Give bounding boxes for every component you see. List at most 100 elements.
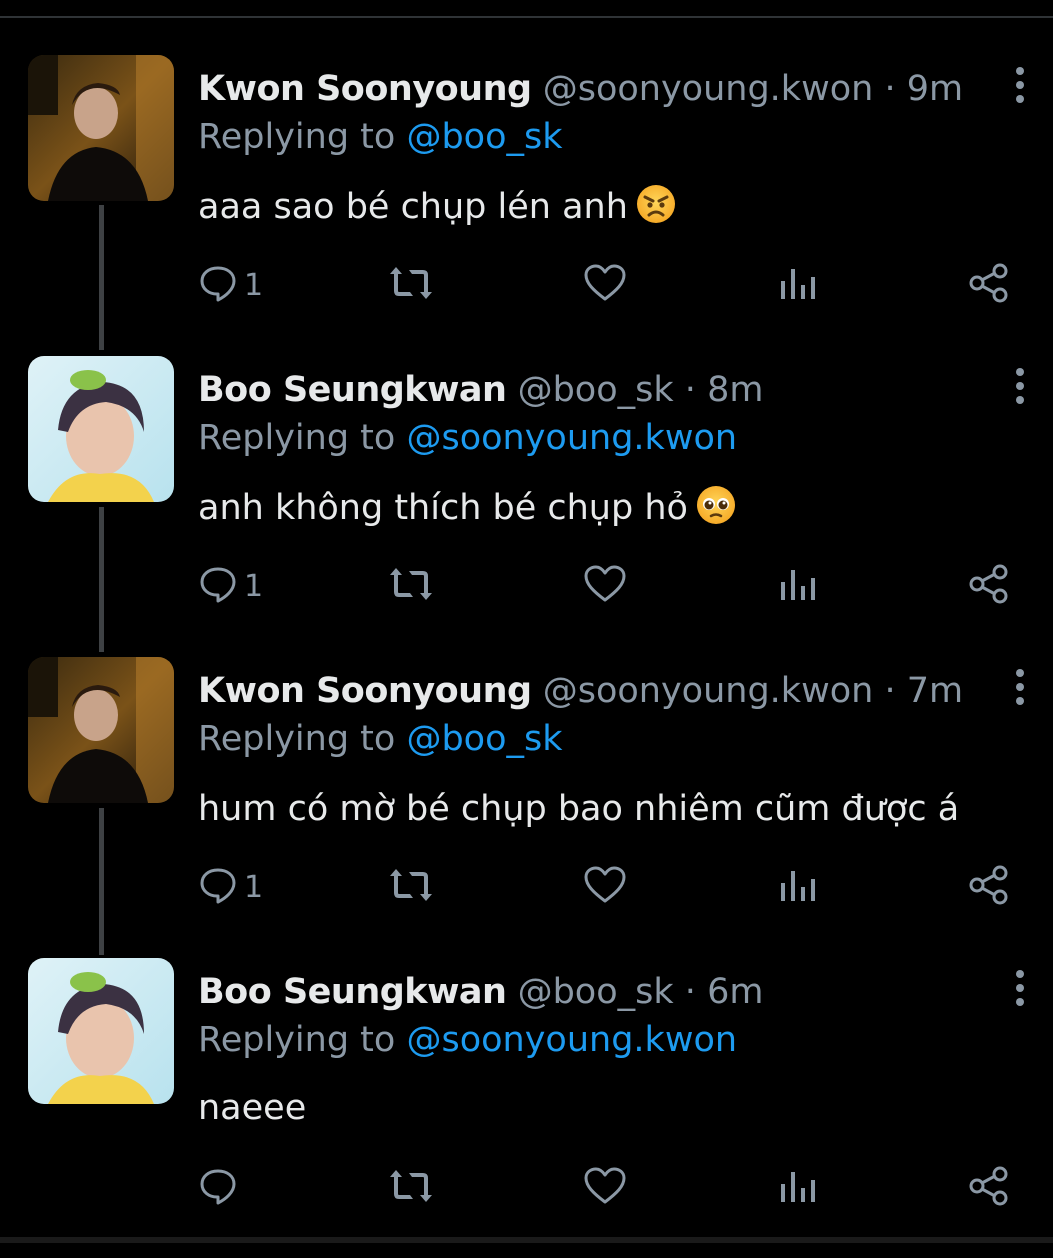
user-handle[interactable]: @boo_sk [518, 370, 674, 410]
replying-to: Replying to @boo_sk [198, 713, 563, 765]
more-options-icon[interactable] [1005, 968, 1035, 1008]
reply-mention-link[interactable]: @boo_sk [406, 719, 562, 759]
more-options-icon[interactable] [1005, 366, 1035, 406]
separator-dot: · [684, 972, 696, 1012]
tweet[interactable]: Boo Seungkwan @boo_sk · 8m Replying to @… [0, 356, 1053, 656]
avatar[interactable] [28, 657, 174, 803]
tweet[interactable]: Kwon Soonyoung @soonyoung.kwon · 7m Repl… [0, 657, 1053, 957]
like-button[interactable] [583, 862, 627, 912]
tweet-actions: 1 [198, 561, 1018, 611]
more-options-icon[interactable] [1005, 65, 1035, 105]
user-handle[interactable]: @boo_sk [518, 972, 674, 1012]
heart-icon [583, 865, 627, 909]
bottom-divider [0, 1237, 1053, 1243]
separator-dot: · [884, 69, 896, 109]
retweet-icon [388, 263, 434, 307]
reply-icon [198, 263, 238, 307]
separator-dot: · [684, 370, 696, 410]
share-button[interactable] [968, 1163, 1010, 1213]
replying-to-label: Replying to [198, 1020, 396, 1060]
retweet-icon [388, 564, 434, 608]
timestamp[interactable]: 9m [907, 69, 963, 109]
share-icon [968, 864, 1010, 910]
angry-face-icon [636, 184, 676, 224]
retweet-button[interactable] [388, 1163, 434, 1213]
tweet-text-content: naeee [198, 1088, 307, 1128]
reply-button[interactable]: 1 [198, 260, 263, 310]
retweet-icon [388, 865, 434, 909]
tweet-actions: 1 [198, 260, 1018, 310]
tweet-actions [198, 1163, 1018, 1213]
tweet-header: Kwon Soonyoung @soonyoung.kwon · 9m [198, 63, 963, 115]
heart-icon [583, 263, 627, 307]
tweet[interactable]: Boo Seungkwan @boo_sk · 6m Replying to @… [0, 958, 1053, 1258]
analytics-button[interactable] [778, 862, 818, 912]
reply-button[interactable] [198, 1163, 238, 1213]
avatar[interactable] [28, 55, 174, 201]
analytics-button[interactable] [778, 561, 818, 611]
tweet-text: anh không thích bé chụp hỏ [198, 482, 736, 534]
timestamp[interactable]: 8m [707, 370, 763, 410]
separator-dot: · [884, 671, 896, 711]
reply-count: 1 [244, 568, 264, 604]
pleading-face-icon [696, 485, 736, 525]
tweet[interactable]: Kwon Soonyoung @soonyoung.kwon · 9m Repl… [0, 55, 1053, 355]
like-button[interactable] [583, 561, 627, 611]
share-button[interactable] [968, 260, 1010, 310]
share-button[interactable] [968, 561, 1010, 611]
tweet-text-content: anh không thích bé chụp hỏ [198, 488, 688, 528]
share-icon [968, 563, 1010, 609]
reply-mention-link[interactable]: @soonyoung.kwon [406, 1020, 737, 1060]
tweet-text: naeee [198, 1082, 306, 1134]
tweet-header: Boo Seungkwan @boo_sk · 8m [198, 364, 763, 416]
analytics-button[interactable] [778, 1163, 818, 1213]
display-name[interactable]: Boo Seungkwan [198, 972, 507, 1012]
reply-count: 1 [244, 869, 264, 905]
timestamp[interactable]: 7m [907, 671, 963, 711]
share-icon [968, 262, 1010, 308]
top-divider [0, 0, 1053, 18]
reply-button[interactable]: 1 [198, 862, 263, 912]
reply-icon [198, 865, 238, 909]
retweet-button[interactable] [388, 561, 434, 611]
display-name[interactable]: Kwon Soonyoung [198, 671, 532, 711]
reply-icon [198, 564, 238, 608]
reply-icon [198, 1166, 238, 1210]
avatar[interactable] [28, 356, 174, 502]
analytics-button[interactable] [778, 260, 818, 310]
timestamp[interactable]: 6m [707, 972, 763, 1012]
reply-mention-link[interactable]: @boo_sk [406, 117, 562, 157]
replying-to: Replying to @soonyoung.kwon [198, 1014, 737, 1066]
retweet-button[interactable] [388, 862, 434, 912]
tweet-header: Kwon Soonyoung @soonyoung.kwon · 7m [198, 665, 963, 717]
user-handle[interactable]: @soonyoung.kwon [543, 69, 874, 109]
replying-to-label: Replying to [198, 719, 396, 759]
display-name[interactable]: Kwon Soonyoung [198, 69, 532, 109]
tweet-text: hum có mờ bé chụp bao nhiêm cũm được á [198, 783, 959, 835]
retweet-button[interactable] [388, 260, 434, 310]
heart-icon [583, 1166, 627, 1210]
reply-button[interactable]: 1 [198, 561, 263, 611]
replying-to-label: Replying to [198, 418, 396, 458]
tweet-actions: 1 [198, 862, 1018, 912]
replying-to: Replying to @soonyoung.kwon [198, 412, 737, 464]
analytics-icon [778, 1166, 818, 1210]
analytics-icon [778, 263, 818, 307]
tweet-text-content: aaa sao bé chụp lén anh [198, 187, 628, 227]
avatar[interactable] [28, 958, 174, 1104]
like-button[interactable] [583, 260, 627, 310]
share-button[interactable] [968, 862, 1010, 912]
user-handle[interactable]: @soonyoung.kwon [543, 671, 874, 711]
share-icon [968, 1165, 1010, 1211]
like-button[interactable] [583, 1163, 627, 1213]
reply-mention-link[interactable]: @soonyoung.kwon [406, 418, 737, 458]
analytics-icon [778, 865, 818, 909]
display-name[interactable]: Boo Seungkwan [198, 370, 507, 410]
more-options-icon[interactable] [1005, 667, 1035, 707]
tweet-text-content: hum có mờ bé chụp bao nhiêm cũm được á [198, 789, 960, 829]
replying-to-label: Replying to [198, 117, 396, 157]
tweet-header: Boo Seungkwan @boo_sk · 6m [198, 966, 763, 1018]
tweet-text: aaa sao bé chụp lén anh [198, 181, 676, 233]
reply-count: 1 [244, 267, 264, 303]
analytics-icon [778, 564, 818, 608]
